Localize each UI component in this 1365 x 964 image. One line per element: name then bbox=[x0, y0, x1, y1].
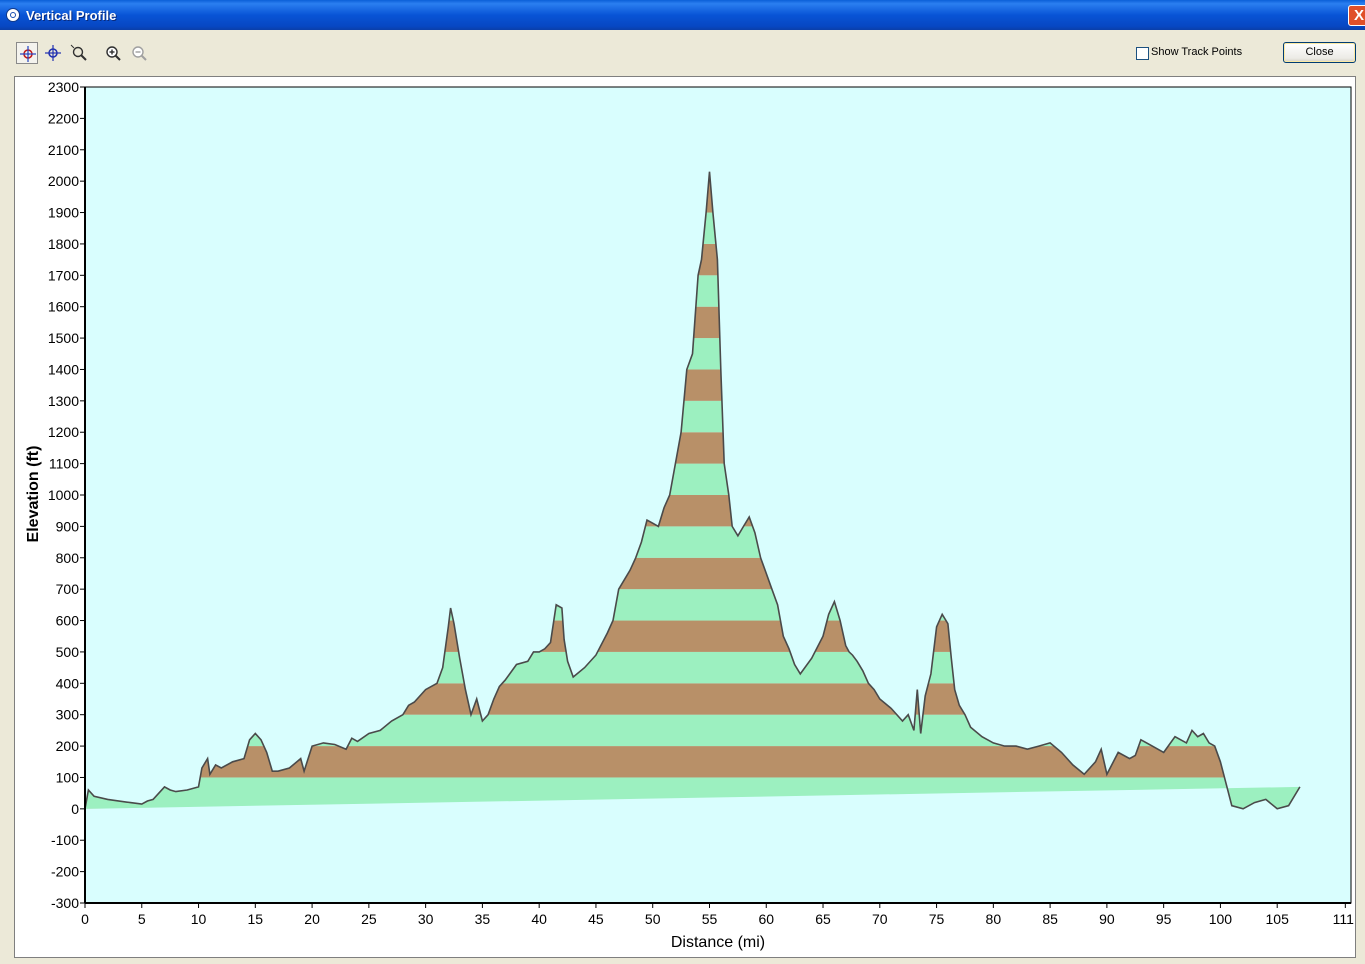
y-tick-label: -300 bbox=[51, 895, 79, 911]
y-tick-label: 900 bbox=[56, 518, 80, 534]
x-tick-label: 65 bbox=[815, 911, 831, 927]
y-tick-label: 1200 bbox=[48, 424, 79, 440]
x-tick-label: 105 bbox=[1266, 911, 1290, 927]
y-tick-label: 400 bbox=[56, 675, 80, 691]
y-tick-label: 800 bbox=[56, 550, 80, 566]
y-tick-label: 100 bbox=[56, 769, 80, 785]
y-tick-label: 1400 bbox=[48, 361, 79, 377]
x-tick-label: 25 bbox=[361, 911, 377, 927]
x-tick-label: 85 bbox=[1042, 911, 1058, 927]
x-tick-label: 0 bbox=[81, 911, 89, 927]
y-tick-label: 300 bbox=[56, 707, 80, 723]
x-tick-label: 50 bbox=[645, 911, 661, 927]
x-tick-label: 95 bbox=[1156, 911, 1172, 927]
y-axis-label: Elevation (ft) bbox=[25, 446, 42, 543]
y-axis: -300 -200 -100 0 100 200 300 400 500 600 700 800 900… bbox=[48, 79, 86, 911]
y-tick-label: 1300 bbox=[48, 393, 79, 409]
x-tick-label: 35 bbox=[475, 911, 491, 927]
x-tick-label: 40 bbox=[531, 911, 547, 927]
y-tick-label: 1700 bbox=[48, 267, 79, 283]
y-tick-label: 1600 bbox=[48, 299, 79, 315]
y-tick-label: 1500 bbox=[48, 330, 79, 346]
x-tick-label: 75 bbox=[929, 911, 945, 927]
elevation-chart[interactable]: -300-200-1000100200300400500600700800900… bbox=[0, 0, 1365, 964]
x-tick-label: 60 bbox=[758, 911, 774, 927]
y-tick-label: 2300 bbox=[48, 79, 79, 95]
y-tick-label: 600 bbox=[56, 613, 80, 629]
x-tick-label: 111 bbox=[1333, 911, 1354, 927]
x-tick-label: 10 bbox=[191, 911, 207, 927]
x-tick-label: 90 bbox=[1099, 911, 1115, 927]
x-tick-label: 55 bbox=[702, 911, 718, 927]
x-tick-label: 30 bbox=[418, 911, 434, 927]
y-tick-label: -200 bbox=[51, 864, 79, 880]
y-tick-label: 1800 bbox=[48, 236, 79, 252]
y-tick-label: 2200 bbox=[48, 110, 79, 126]
y-tick-label: 1900 bbox=[48, 205, 79, 221]
y-tick-label: 700 bbox=[56, 581, 80, 597]
y-tick-label: 1000 bbox=[48, 487, 79, 503]
y-tick-label: 500 bbox=[56, 644, 80, 660]
y-tick-label: 2000 bbox=[48, 173, 79, 189]
y-tick-label: 0 bbox=[71, 801, 79, 817]
x-tick-label: 70 bbox=[872, 911, 888, 927]
x-axis: 0 5 10 15 20 25 30 35 40 45 50 55 60 65 70 75 80 85 90 95 10… bbox=[81, 902, 1354, 927]
x-tick-label: 100 bbox=[1209, 911, 1233, 927]
x-tick-label: 45 bbox=[588, 911, 604, 927]
y-tick-label: 1100 bbox=[49, 456, 79, 472]
y-tick-label: 200 bbox=[56, 738, 80, 754]
x-tick-label: 20 bbox=[304, 911, 320, 927]
x-tick-label: 5 bbox=[138, 911, 146, 927]
y-tick-label: 2100 bbox=[48, 142, 79, 158]
x-tick-label: 15 bbox=[248, 911, 264, 927]
x-axis-label: Distance (mi) bbox=[671, 934, 765, 951]
x-tick-label: 80 bbox=[986, 911, 1002, 927]
y-tick-label: -100 bbox=[51, 832, 79, 848]
